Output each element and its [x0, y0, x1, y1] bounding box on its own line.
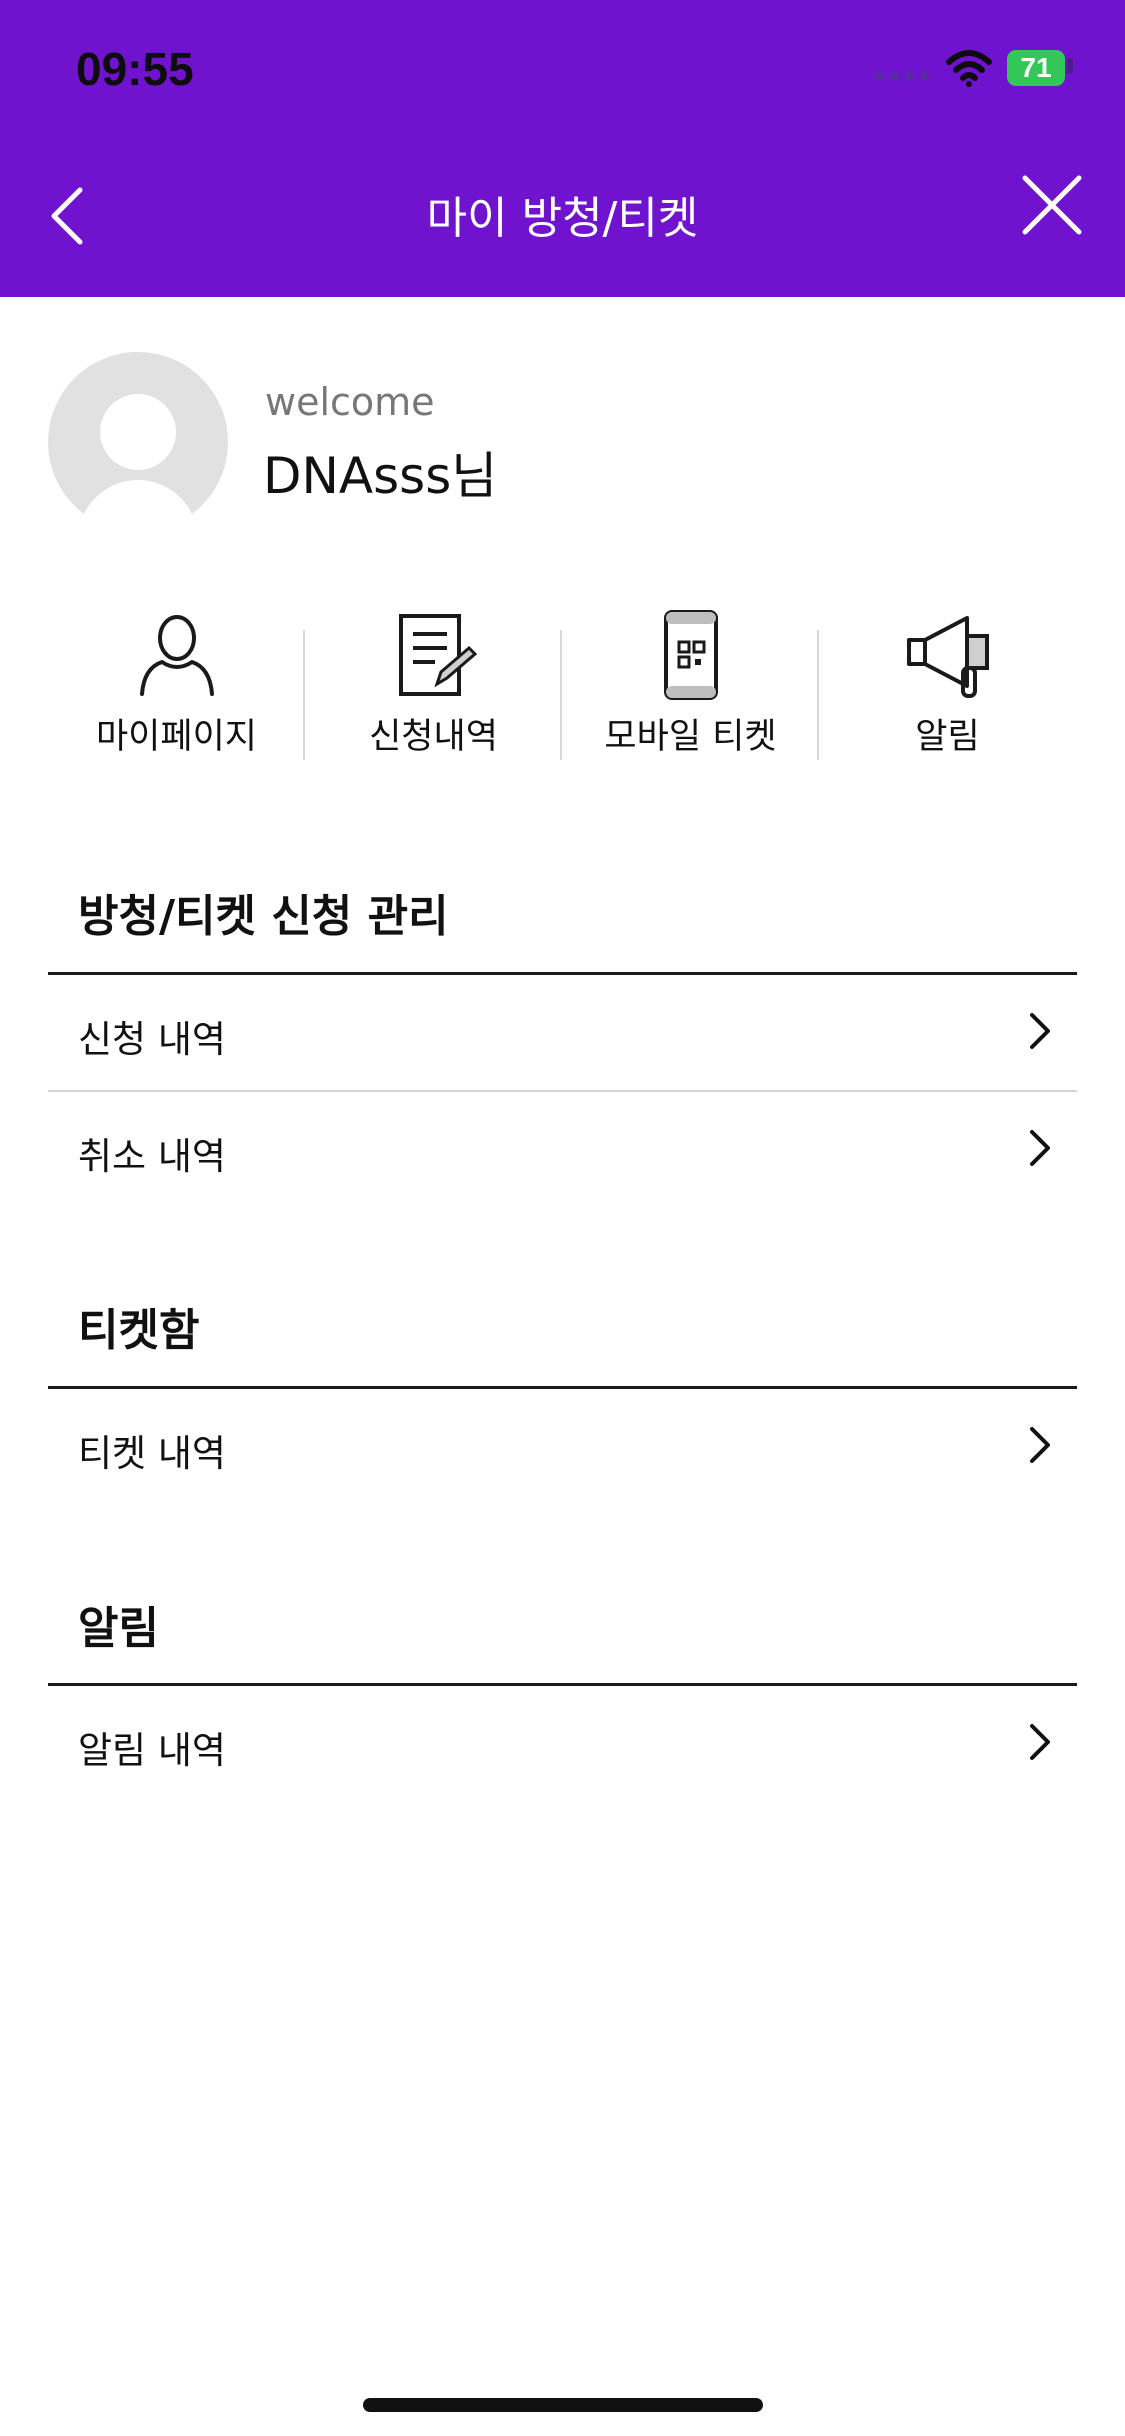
mobile-ticket-icon — [663, 610, 718, 700]
section-title-ticket-box: 티켓함 — [78, 1305, 200, 1356]
close-button[interactable] — [1019, 172, 1085, 238]
wifi-icon — [946, 50, 992, 87]
section-title-application-management: 방청/티켓 신청 관리 — [78, 891, 449, 942]
list-item-label: 알림 내역 — [78, 1729, 226, 1772]
home-indicator[interactable] — [363, 2398, 763, 2412]
chevron-right-icon — [1030, 1013, 1050, 1049]
quick-notifications[interactable]: 알림 — [819, 610, 1076, 770]
avatar — [48, 352, 228, 532]
page-title: 마이 방청/티켓 — [426, 193, 699, 244]
quick-mypage[interactable]: 마이페이지 — [48, 610, 305, 770]
status-time: 09:55 — [76, 43, 194, 95]
quick-menu: 마이페이지 신청내역 모바일 티켓 알림 — [48, 610, 1077, 770]
chevron-right-icon — [1030, 1427, 1050, 1463]
quick-applications[interactable]: 신청내역 — [305, 610, 562, 770]
document-pen-icon — [398, 614, 477, 696]
chevron-right-icon — [1030, 1130, 1050, 1166]
megaphone-icon — [906, 616, 989, 698]
list-item-label: 티켓 내역 — [78, 1432, 226, 1475]
quick-label-mobile-ticket: 모바일 티켓 — [604, 717, 777, 757]
quick-label-notifications: 알림 — [915, 717, 980, 757]
quick-mobile-ticket[interactable]: 모바일 티켓 — [562, 610, 819, 770]
app-header: 09:55 71 마이 방청/티켓 — [0, 0, 1125, 297]
quick-label-applications: 신청내역 — [369, 717, 498, 757]
cellular-signal-icon — [875, 72, 931, 82]
list-item-cancel-history[interactable]: 취소 내역 — [48, 1092, 1077, 1207]
quick-label-mypage: 마이페이지 — [95, 717, 257, 757]
chevron-right-icon — [1030, 1724, 1050, 1760]
section-title-notifications: 알림 — [78, 1603, 159, 1654]
user-name: DNAsss님 — [263, 447, 498, 505]
list-item-label: 신청 내역 — [78, 1018, 226, 1061]
person-icon — [139, 615, 214, 696]
list-item-label: 취소 내역 — [78, 1135, 226, 1178]
battery-indicator: 71 — [1007, 50, 1065, 86]
welcome-text: welcome — [265, 380, 435, 424]
battery-cap — [1067, 58, 1073, 74]
list-item-application-history[interactable]: 신청 내역 — [48, 975, 1077, 1090]
battery-level: 71 — [1020, 52, 1052, 83]
list-item-ticket-history[interactable]: 티켓 내역 — [48, 1389, 1077, 1504]
list-item-notification-history[interactable]: 알림 내역 — [48, 1686, 1077, 1801]
